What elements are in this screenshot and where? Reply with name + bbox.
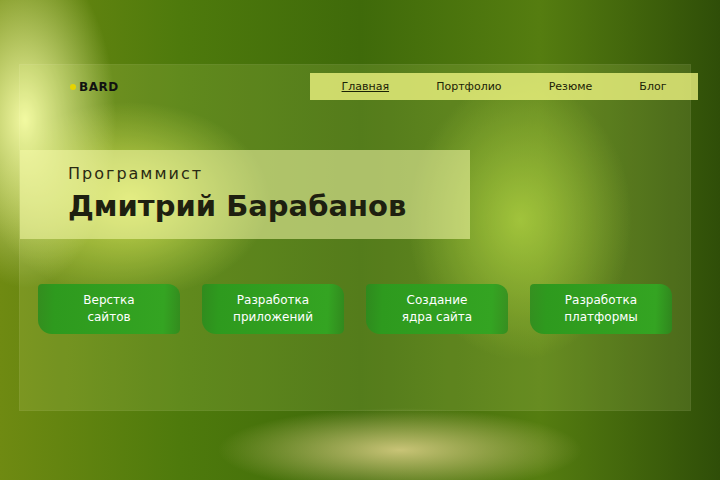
service-button[interactable]: Версткасайтов [38, 284, 180, 334]
logo[interactable]: BARD [70, 80, 119, 94]
service-button[interactable]: Разработкаплатформы [530, 284, 672, 334]
nav-item[interactable]: Портфолио [436, 80, 501, 93]
service-label: Разработка [237, 292, 309, 309]
logo-text: BARD [79, 80, 119, 94]
content-frame: BARD Главная Портфолио Резюме Блог Программис… [20, 65, 690, 410]
hero-subtitle: Программист [68, 164, 450, 183]
hero-name: Дмитрий Барабанов [68, 189, 450, 223]
service-label: приложений [233, 309, 313, 326]
service-button[interactable]: Разработкаприложений [202, 284, 344, 334]
nav-item[interactable]: Главная [342, 80, 390, 93]
nav-bar: Главная Портфолио Резюме Блог [310, 73, 698, 100]
service-label: ядра сайта [402, 309, 472, 326]
service-label: Разработка [565, 292, 637, 309]
nav-item[interactable]: Блог [639, 80, 666, 93]
header: BARD Главная Портфолио Резюме Блог [20, 65, 698, 100]
service-label: платформы [564, 309, 638, 326]
logo-mark-icon [70, 84, 76, 90]
services-row: ВерсткасайтовРазработкаприложенийСоздани… [20, 284, 690, 334]
service-label: сайтов [87, 309, 130, 326]
page: BARD Главная Портфолио Резюме Блог Программис… [0, 0, 720, 480]
hero-box: Программист Дмитрий Барабанов [20, 150, 470, 239]
service-label: Создание [407, 292, 468, 309]
nav-item[interactable]: Резюме [549, 80, 593, 93]
service-button[interactable]: Созданиеядра сайта [366, 284, 508, 334]
service-label: Верстка [83, 292, 134, 309]
